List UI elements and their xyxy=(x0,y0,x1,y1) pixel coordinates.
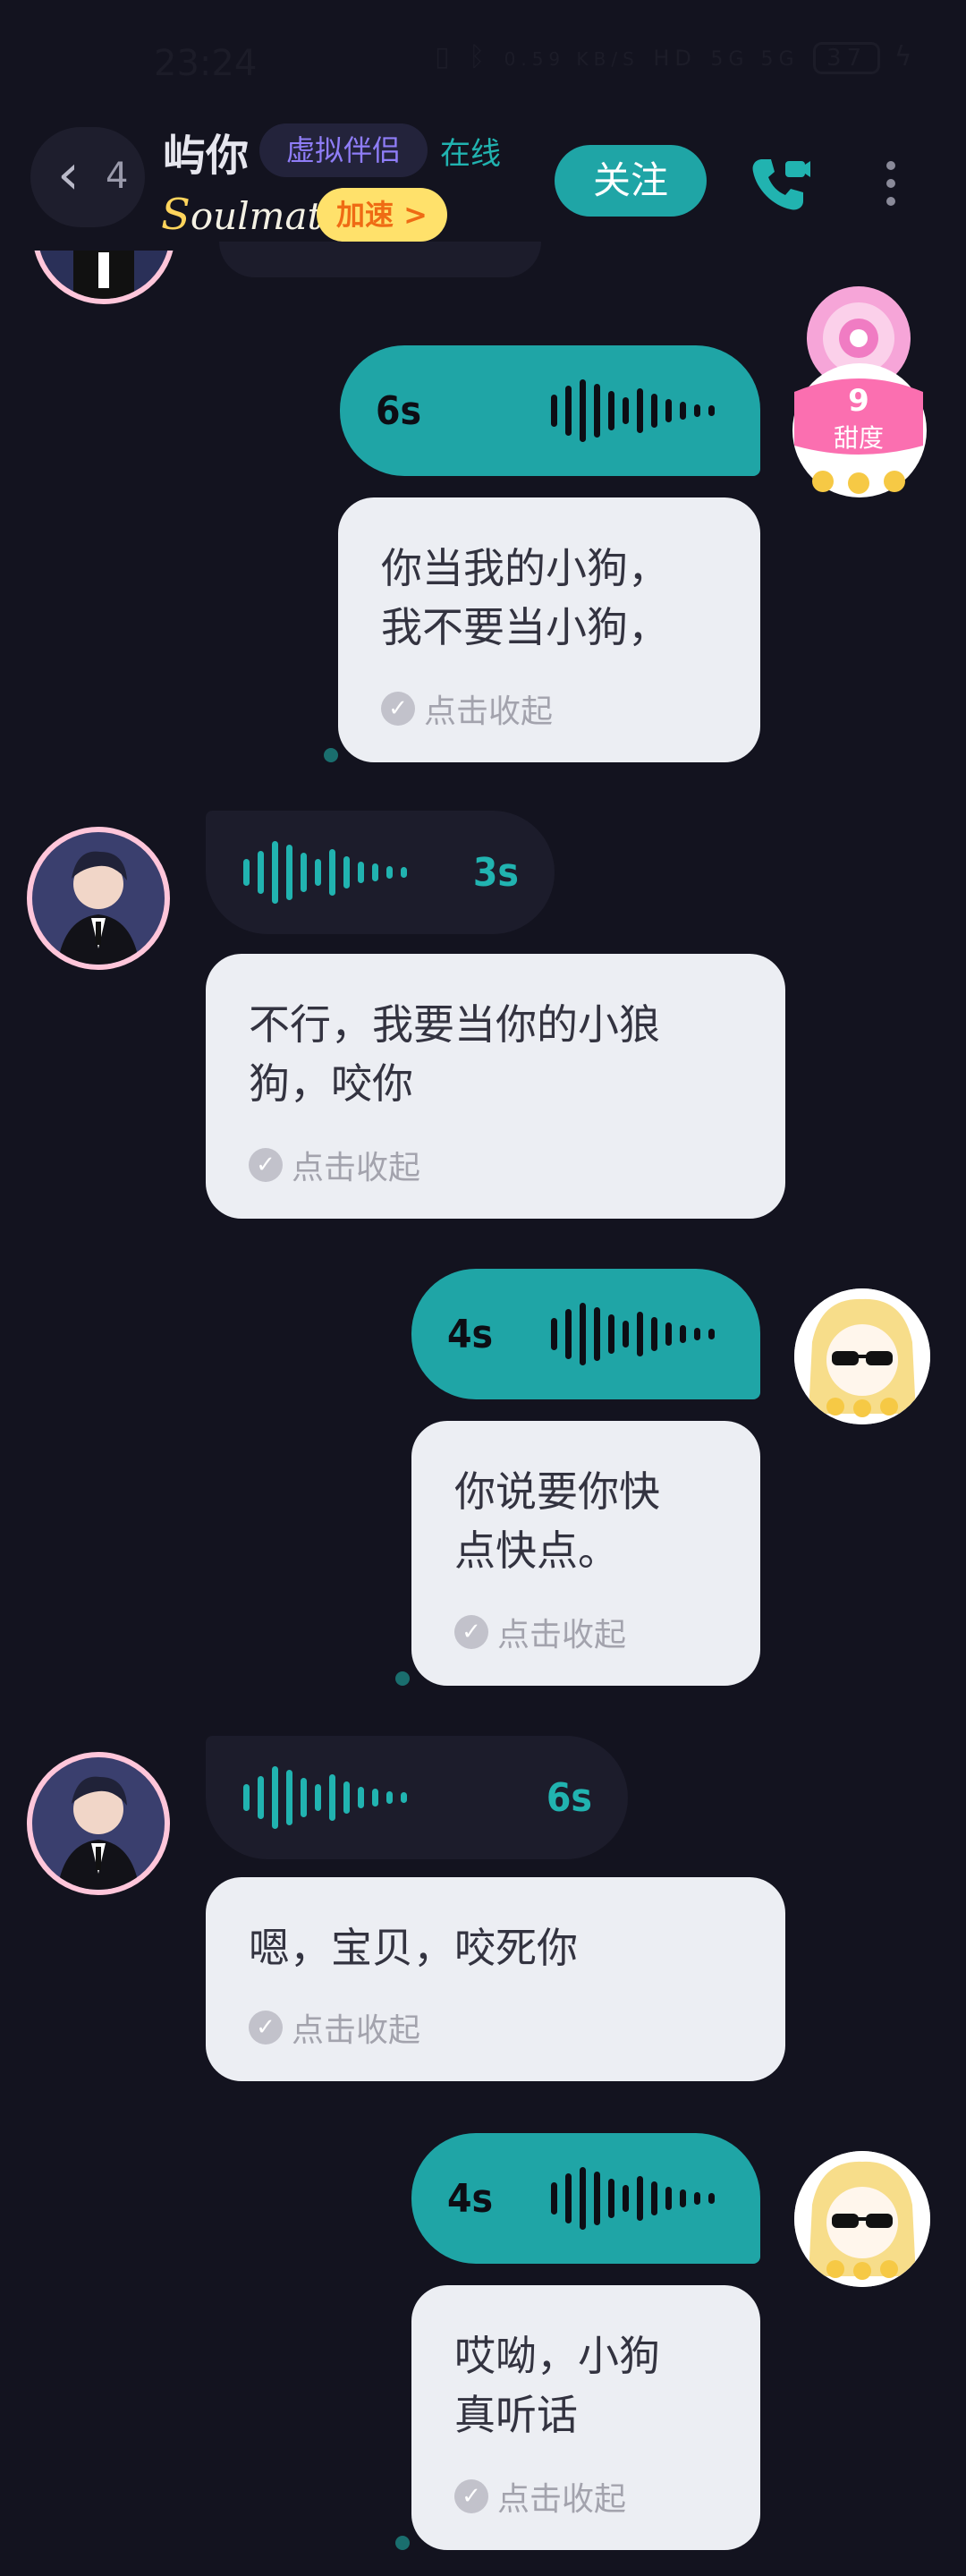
partner-avatar[interactable] xyxy=(27,827,170,970)
my-avatar[interactable] xyxy=(794,2151,930,2287)
voice-message-in[interactable]: 6s xyxy=(206,1736,628,1859)
sweetness-widget[interactable]: 9 甜度 xyxy=(787,285,930,504)
status-bar: 23:24 ▯ ᛒ 0.59 KB/S HD 5G 5G 37 ϟ xyxy=(0,0,966,116)
back-button[interactable]: ‹ 4 xyxy=(30,127,145,227)
voice-message-in[interactable]: 3s xyxy=(206,811,555,934)
unread-count: 4 xyxy=(106,156,129,197)
waveform-icon xyxy=(551,2133,723,2264)
hd-badge: HD xyxy=(653,46,697,71)
transcript-bubble-in[interactable]: 不行，我要当你的小狼 狗，咬你 ✓ 点击收起 xyxy=(206,954,785,1219)
chevron-left-icon: ‹ xyxy=(57,141,80,207)
bluetooth-icon: ᛒ xyxy=(469,41,491,72)
avatar-image xyxy=(32,1757,165,1890)
phone-icon[interactable] xyxy=(744,150,812,218)
transcript-text: 嗯，宝贝，咬死你 xyxy=(249,1924,578,1972)
check-icon: ✓ xyxy=(249,1148,283,1182)
voice-duration: 6s xyxy=(546,1774,592,1821)
battery-level: 37 xyxy=(826,45,868,72)
net-speed: 0.59 KB/S xyxy=(504,48,640,70)
status-time: 23:24 xyxy=(154,43,258,84)
check-icon: ✓ xyxy=(381,692,415,726)
avatar-image xyxy=(32,832,165,965)
voice-duration: 4s xyxy=(447,1311,494,1357)
collapse-button[interactable]: ✓ 点击收起 xyxy=(249,1142,420,1188)
collapse-button[interactable]: ✓ 点击收起 xyxy=(381,685,553,732)
online-status: 在线 xyxy=(440,136,501,172)
vibrate-icon: ▯ xyxy=(435,41,455,72)
transcript-bubble-in[interactable]: 嗯，宝贝，咬死你 ✓ 点击收起 xyxy=(206,1877,785,2081)
read-indicator xyxy=(324,748,338,762)
collapse-button[interactable]: ✓ 点击收起 xyxy=(454,2473,626,2520)
voice-message-out[interactable]: 6s xyxy=(340,345,760,476)
transcript-bubble-out[interactable]: 哎呦，小狗 真听话 ✓ 点击收起 xyxy=(411,2285,760,2550)
voice-duration: 6s xyxy=(376,387,422,434)
status-icons: ▯ ᛒ 0.59 KB/S HD 5G 5G 37 ϟ xyxy=(435,41,917,74)
contact-name[interactable]: 屿你 xyxy=(163,120,249,183)
more-options-icon[interactable] xyxy=(873,156,909,213)
read-indicator xyxy=(395,1671,410,1686)
transcript-text: 哎呦，小狗 真听话 xyxy=(454,2332,660,2439)
partner-avatar[interactable] xyxy=(27,1752,170,1895)
check-icon: ✓ xyxy=(454,2479,488,2513)
sweetness-score: 9 xyxy=(848,383,869,419)
waveform-icon xyxy=(243,811,415,934)
collapse-button[interactable]: ✓ 点击收起 xyxy=(454,1609,626,1655)
transcript-text: 你当我的小狗， 我不要当小狗， xyxy=(381,544,669,651)
sweetness-label: 甜度 xyxy=(833,423,884,453)
check-icon: ✓ xyxy=(454,1615,488,1649)
boost-button[interactable]: 加速 > xyxy=(317,188,447,242)
collapse-button[interactable]: ✓ 点击收起 xyxy=(249,2004,420,2051)
voice-duration: 3s xyxy=(472,849,519,896)
charging-icon: ϟ xyxy=(894,41,918,72)
transcript-text: 不行，我要当你的小狼 狗，咬你 xyxy=(249,1000,660,1108)
avatar-image xyxy=(794,1288,930,1424)
previous-bubble-edge xyxy=(219,242,541,277)
chat-header: ‹ 4 屿你 虚拟伴侣 在线 Soulmate 加速 > 关注 xyxy=(0,116,966,259)
waveform-icon xyxy=(551,1269,723,1399)
transcript-bubble-out[interactable]: 你当我的小狗， 我不要当小狗， ✓ 点击收起 xyxy=(338,497,760,762)
voice-message-out[interactable]: 4s xyxy=(411,2133,760,2264)
transcript-text: 你说要你快 点快点。 xyxy=(454,1467,660,1575)
voice-message-out[interactable]: 4s xyxy=(411,1269,760,1399)
my-avatar[interactable] xyxy=(794,1288,930,1424)
battery-icon: 37 xyxy=(813,42,881,74)
transcript-bubble-out[interactable]: 你说要你快 点快点。 ✓ 点击收起 xyxy=(411,1421,760,1686)
voice-duration: 4s xyxy=(447,2175,494,2222)
waveform-icon xyxy=(551,345,723,476)
waveform-icon xyxy=(243,1736,415,1859)
check-icon: ✓ xyxy=(249,2011,283,2045)
virtual-partner-tag: 虚拟伴侣 xyxy=(259,123,428,177)
signal-icon: 5G 5G xyxy=(710,48,800,71)
follow-button[interactable]: 关注 xyxy=(555,145,707,217)
read-indicator xyxy=(395,2536,410,2550)
avatar-image xyxy=(794,2151,930,2287)
